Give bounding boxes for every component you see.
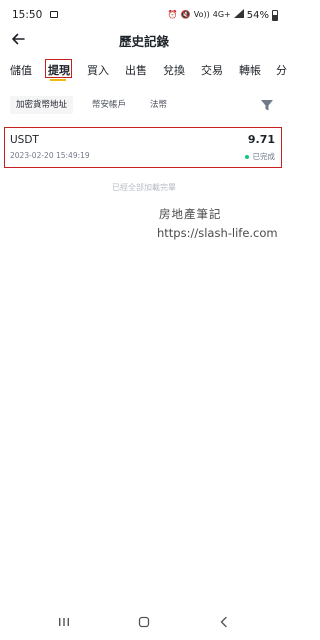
tab-highlight-box bbox=[45, 59, 72, 78]
active-tab-indicator bbox=[50, 79, 66, 81]
tab-trade[interactable]: 交易 bbox=[201, 62, 223, 78]
record-status: 已完成 bbox=[244, 151, 276, 162]
tab-transfer[interactable]: 轉帳 bbox=[239, 62, 261, 78]
volte-icon: Vo)) bbox=[193, 10, 210, 19]
home-icon bbox=[138, 616, 150, 628]
watermark: 房地產筆記 https://slash-life.com bbox=[157, 206, 278, 240]
mute-icon: 🔇 bbox=[180, 10, 191, 19]
filter-row: 加密貨幣地址 幣安帳戶 法幣 bbox=[0, 94, 288, 116]
filter-crypto-address[interactable]: 加密貨幣地址 bbox=[10, 96, 74, 114]
image-notification-icon bbox=[50, 11, 58, 18]
status-bar: 15:50 ⏰ 🔇 Vo)) 4G+ 54% bbox=[0, 0, 288, 30]
status-icons: ⏰ 🔇 Vo)) 4G+ 54% bbox=[168, 9, 278, 21]
recent-apps-button[interactable] bbox=[54, 614, 74, 630]
tab-more[interactable]: 分 bbox=[276, 62, 287, 78]
chevron-left-icon bbox=[220, 616, 227, 628]
withdraw-record[interactable]: USDT 9.71 2023-02-20 15:49:19 已完成 bbox=[4, 127, 282, 168]
filter-fiat[interactable]: 法幣 bbox=[144, 96, 173, 114]
page-title: 歷史記錄 bbox=[118, 34, 169, 49]
record-coin: USDT bbox=[10, 134, 39, 146]
tab-deposit[interactable]: 儲值 bbox=[10, 62, 32, 78]
signal-icon bbox=[233, 9, 244, 21]
screen: 15:50 ⏰ 🔇 Vo)) 4G+ 54% 歷史記錄 儲值 提現 買入 出售 … bbox=[0, 0, 288, 640]
home-button[interactable] bbox=[134, 614, 154, 630]
tab-bar: 儲值 提現 買入 出售 兌換 交易 轉帳 分 bbox=[0, 58, 288, 82]
status-dot-icon bbox=[244, 154, 249, 159]
system-back-button[interactable] bbox=[214, 614, 234, 630]
header: 歷史記錄 bbox=[0, 28, 288, 50]
tab-buy[interactable]: 買入 bbox=[87, 62, 109, 78]
watermark-url: https://slash-life.com bbox=[157, 226, 278, 240]
recent-apps-icon bbox=[59, 618, 69, 626]
battery-percent: 54% bbox=[246, 9, 269, 21]
watermark-title: 房地產筆記 bbox=[159, 207, 222, 221]
filter-button[interactable] bbox=[260, 97, 274, 111]
tab-convert[interactable]: 兌換 bbox=[163, 62, 185, 78]
system-nav-bar bbox=[0, 608, 288, 640]
record-time: 2023-02-20 15:49:19 bbox=[10, 151, 90, 160]
tab-sell[interactable]: 出售 bbox=[125, 62, 147, 78]
status-time: 15:50 bbox=[12, 9, 43, 21]
4g-icon: 4G+ bbox=[212, 10, 231, 19]
record-amount: 9.71 bbox=[247, 133, 275, 146]
alarm-icon: ⏰ bbox=[167, 10, 178, 19]
filter-icon bbox=[261, 100, 273, 111]
battery-icon bbox=[272, 9, 278, 21]
filter-binance-account[interactable]: 幣安帳戶 bbox=[86, 96, 132, 114]
end-of-list-note: 已經全部加載完畢 bbox=[112, 183, 176, 192]
record-status-label: 已完成 bbox=[252, 152, 276, 161]
